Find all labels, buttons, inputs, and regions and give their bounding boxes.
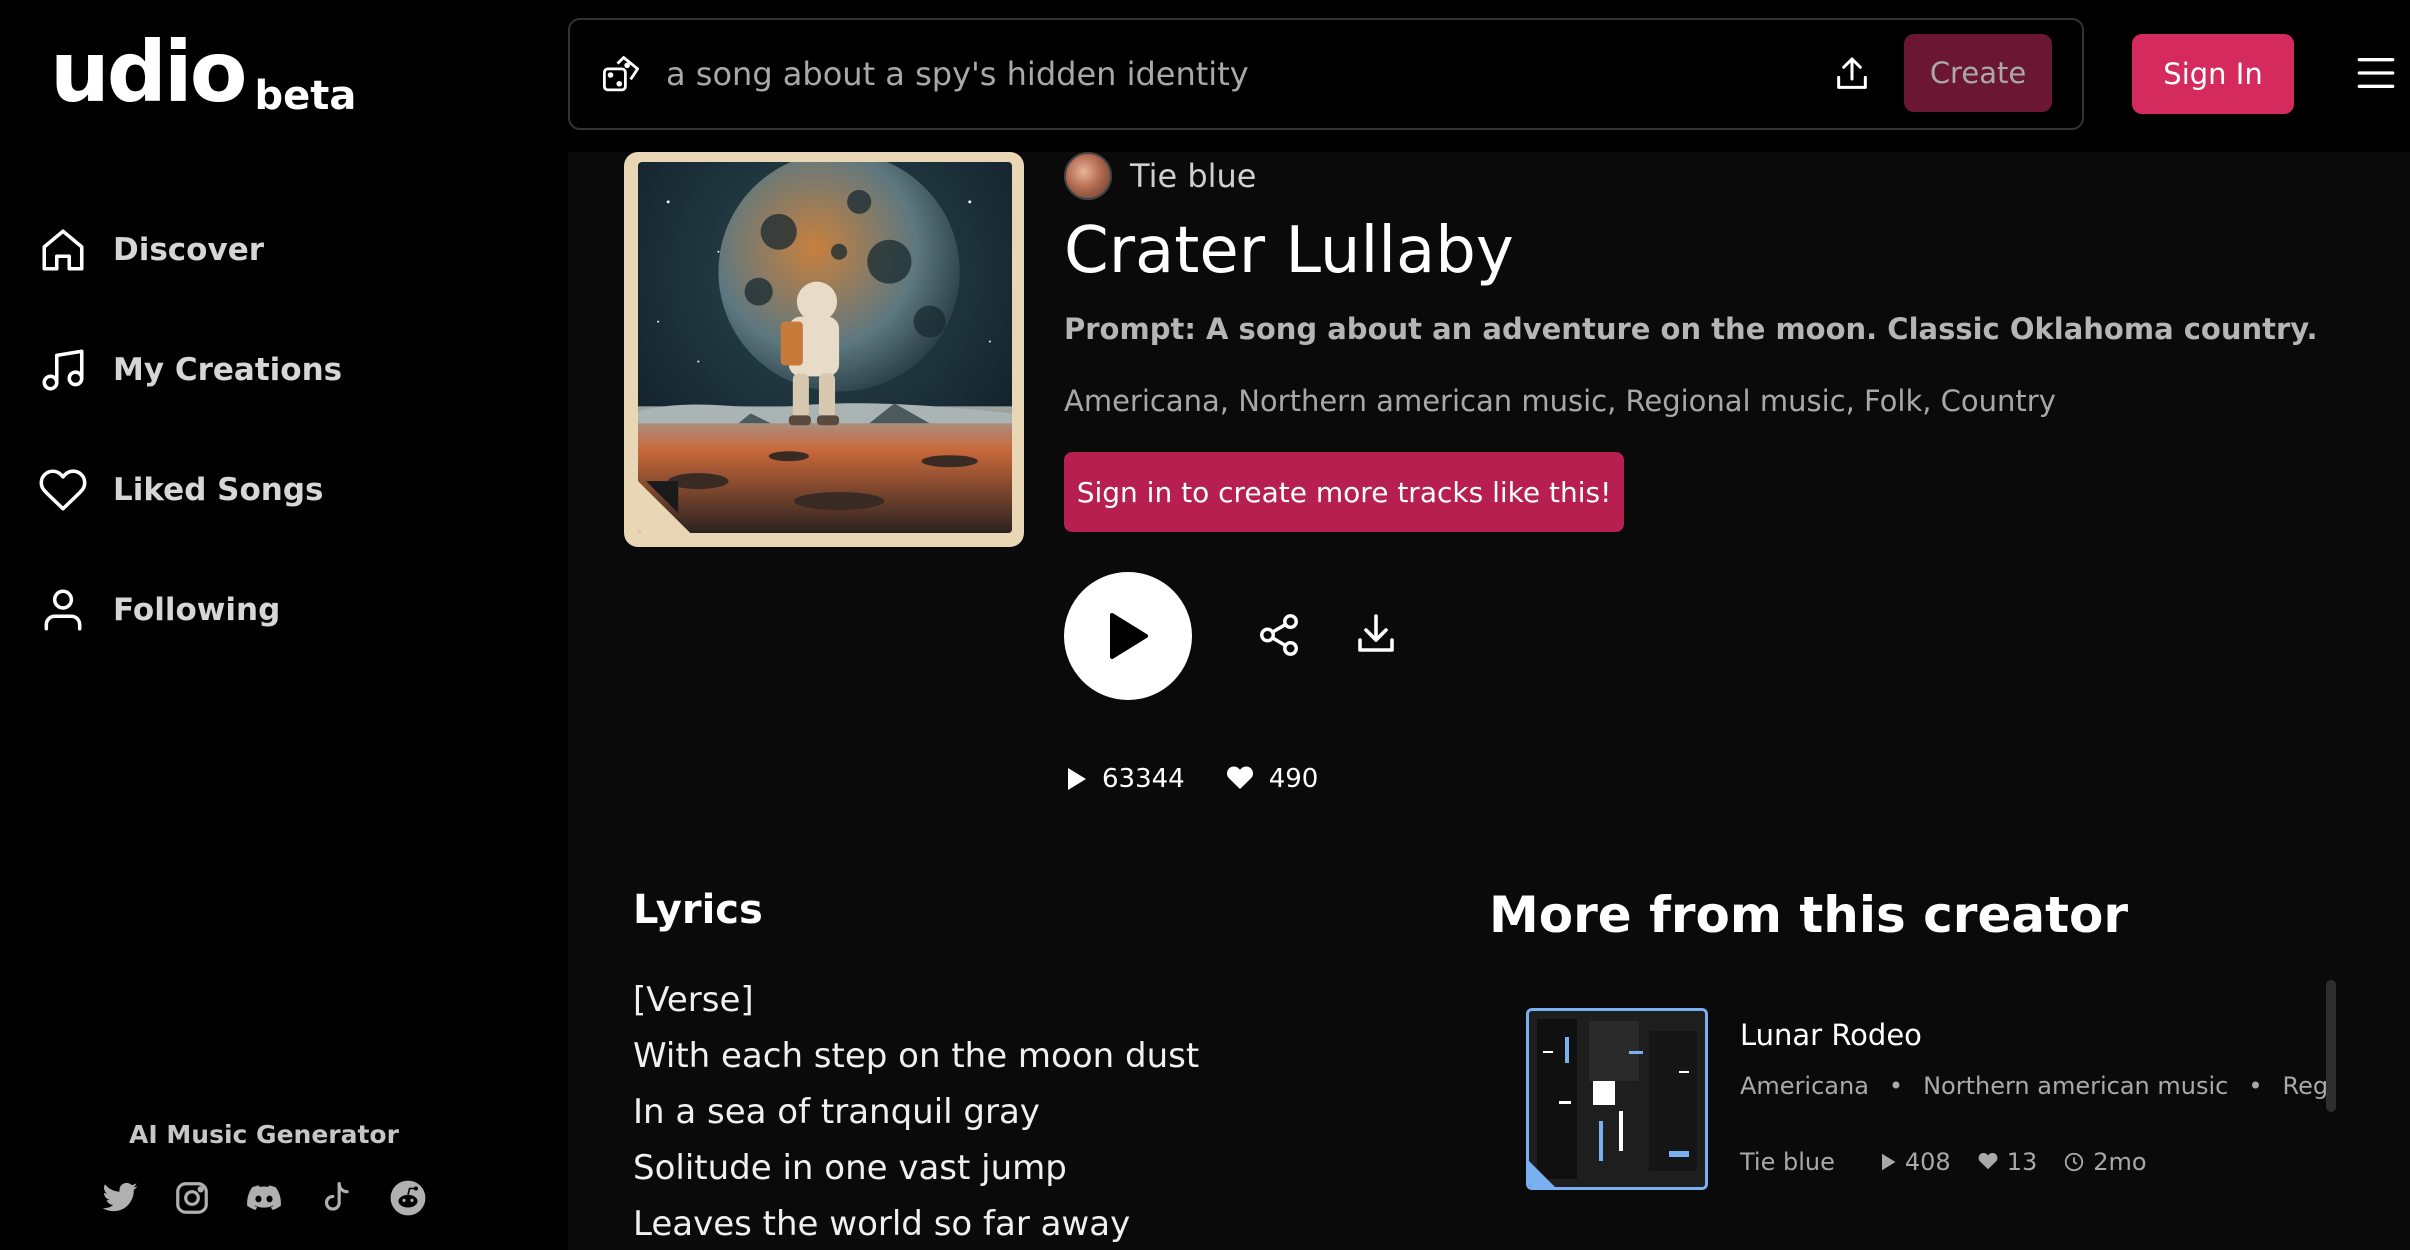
- play-count-icon: [1064, 766, 1088, 792]
- sidebar-item-label: My Creations: [113, 352, 343, 388]
- sidebar-item-my-creations[interactable]: My Creations: [38, 310, 342, 430]
- separator-dot: •: [2248, 1072, 2263, 1100]
- track-tag[interactable]: Northern american music: [1923, 1072, 2228, 1100]
- sidebar-item-label: Liked Songs: [113, 472, 324, 508]
- beta-badge: beta: [254, 73, 357, 119]
- clock-icon: [2063, 1151, 2085, 1173]
- sidebar-item-following[interactable]: Following: [38, 550, 342, 670]
- song-tags: Americana, Northern american music, Regi…: [1064, 384, 2056, 418]
- more-from-creator-heading: More from this creator: [1489, 886, 2129, 944]
- track-card[interactable]: Lunar Rodeo Americana • Northern american …: [1526, 1008, 2326, 1193]
- track-tag[interactable]: Americana: [1740, 1072, 1869, 1100]
- sidebar-item-label: Discover: [113, 232, 265, 268]
- cover-image: [638, 162, 1012, 533]
- sidebar-item-label: Following: [113, 592, 281, 628]
- track-tag[interactable]: Regiona: [2283, 1072, 2327, 1100]
- separator-dot: •: [1888, 1072, 1904, 1100]
- song-page: Tie blue Crater Lullaby Prompt: A song a…: [568, 152, 2410, 1250]
- discord-icon[interactable]: [245, 1179, 283, 1217]
- sign-in-button[interactable]: Sign In: [2132, 34, 2294, 114]
- reddit-icon[interactable]: [389, 1179, 427, 1217]
- like-count: 490: [1268, 764, 1319, 794]
- lyric-line: [Verse]: [633, 980, 754, 1020]
- lyrics-heading: Lyrics: [633, 887, 763, 933]
- track-like-count: 13: [2006, 1148, 2038, 1176]
- play-count-icon: [1879, 1152, 1897, 1172]
- sidebar: udio beta Discover My Creations Liked So…: [0, 0, 568, 1250]
- lyric-line: Leaves the world so far away: [633, 1204, 1131, 1244]
- prompt-box: Create: [568, 18, 2084, 130]
- sidebar-footer: AI Music Generator: [0, 1120, 528, 1217]
- lyric-line: Solitude in one vast jump: [633, 1148, 1067, 1188]
- download-icon[interactable]: [1352, 610, 1400, 658]
- track-tags: Americana • Northern american music • Region…: [1740, 1072, 2326, 1100]
- prompt-input[interactable]: [666, 46, 1666, 102]
- home-icon: [38, 225, 88, 275]
- udio-logo[interactable]: udio beta: [50, 23, 356, 121]
- top-bar: Create Sign In: [568, 0, 2410, 152]
- song-cover-art: [624, 152, 1024, 547]
- hamburger-menu-icon[interactable]: [2356, 56, 2396, 90]
- track-age: 2mo: [2093, 1148, 2147, 1176]
- song-stats: 63344 490: [1064, 764, 1318, 794]
- music-note-icon: [38, 345, 88, 395]
- instagram-icon[interactable]: [173, 1179, 211, 1217]
- ai-music-generator-label: AI Music Generator: [129, 1120, 399, 1149]
- creator-name: Tie blue: [1130, 157, 1257, 195]
- track-creator[interactable]: Tie blue: [1740, 1148, 1835, 1176]
- sign-in-cta-button[interactable]: Sign in to create more tracks like this!: [1064, 452, 1624, 532]
- heart-icon: [1977, 1152, 1999, 1172]
- track-play-count: 408: [1904, 1148, 1951, 1176]
- random-prompt-dice-icon[interactable]: [600, 54, 642, 96]
- sidebar-nav: Discover My Creations Liked Songs Follow…: [38, 190, 342, 670]
- track-thumbnail[interactable]: [1526, 1008, 1708, 1190]
- lyrics-body: [Verse] With each step on the moon dust …: [633, 972, 1199, 1250]
- creator-link[interactable]: Tie blue: [1064, 152, 1256, 200]
- upload-icon[interactable]: [1832, 54, 1872, 94]
- like-heart-icon[interactable]: [1225, 765, 1255, 793]
- lyric-line: In a sea of tranquil gray: [633, 1092, 1040, 1132]
- share-icon[interactable]: [1256, 612, 1302, 658]
- track-title[interactable]: Lunar Rodeo: [1740, 1018, 1922, 1052]
- logo-wordmark: udio: [50, 23, 247, 121]
- heart-icon: [38, 465, 88, 515]
- play-icon: [1106, 611, 1150, 661]
- sidebar-item-liked-songs[interactable]: Liked Songs: [38, 430, 342, 550]
- lyric-line: With each step on the moon dust: [633, 1036, 1200, 1076]
- avatar: [1064, 152, 1112, 200]
- play-button[interactable]: [1064, 572, 1192, 700]
- create-button[interactable]: Create: [1904, 34, 2052, 112]
- user-icon: [38, 585, 88, 635]
- song-title: Crater Lullaby: [1064, 214, 1514, 288]
- sidebar-item-discover[interactable]: Discover: [38, 190, 342, 310]
- tiktok-icon[interactable]: [317, 1179, 355, 1217]
- song-prompt: Prompt: A song about an adventure on the…: [1064, 312, 2318, 346]
- more-tracks-scrollbar[interactable]: [2326, 980, 2336, 1112]
- track-meta: Tie blue 408 13 2mo: [1740, 1148, 2147, 1176]
- twitter-icon[interactable]: [101, 1179, 139, 1217]
- play-count: 63344: [1102, 764, 1185, 794]
- social-links: [0, 1179, 528, 1217]
